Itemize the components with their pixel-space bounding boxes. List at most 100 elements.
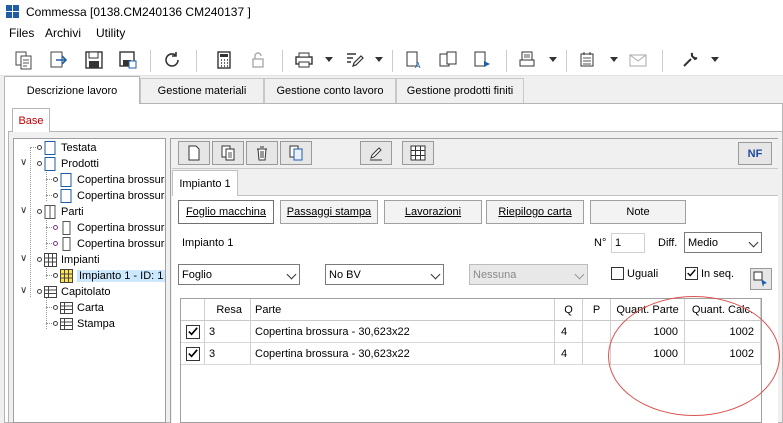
print-icon[interactable]: [292, 48, 316, 72]
wrench-icon[interactable]: [678, 48, 702, 72]
calculator-icon[interactable]: [212, 48, 236, 72]
tab-lavorazioni[interactable]: Lavorazioni: [384, 200, 482, 224]
tab-foglio-macchina[interactable]: Foglio macchina: [178, 200, 274, 224]
menu-archivi[interactable]: Archivi: [45, 26, 81, 40]
diff-select[interactable]: Medio: [684, 232, 762, 253]
n-label: N°: [594, 237, 607, 249]
print-preview-icon[interactable]: [516, 48, 540, 72]
tab-passaggi-stampa[interactable]: Passaggi stampa: [280, 200, 378, 224]
report-b-icon[interactable]: [436, 48, 460, 72]
wrench-dropdown-icon[interactable]: [711, 57, 719, 62]
table-row-2-quant-calc[interactable]: 1002: [685, 343, 761, 365]
table-row-1-parte[interactable]: Copertina brossura - 30,623x22: [251, 321, 555, 343]
tree-node-impianto-1[interactable]: Impianto 1 - ID: 1: [60, 268, 165, 284]
list-settings-dropdown-icon[interactable]: [610, 57, 618, 62]
tree-node-prodotto-1[interactable]: Copertina brossura: [60, 172, 165, 188]
tab-impianto-1[interactable]: Impianto 1: [172, 170, 238, 196]
new-doc-button[interactable]: [178, 141, 210, 165]
tab-gestione-conto-lavoro[interactable]: Gestione conto lavoro: [264, 78, 396, 103]
list-settings-icon[interactable]: [576, 48, 600, 72]
tab-riepilogo-carta[interactable]: Riepilogo carta: [486, 200, 584, 224]
table-row-2-p[interactable]: [583, 343, 611, 365]
table-row-2-quant-parte[interactable]: 1000: [611, 343, 685, 365]
print-preview-dropdown-icon[interactable]: [549, 57, 557, 62]
edit-dropdown-icon[interactable]: [375, 57, 383, 62]
collapse-capitolato-icon[interactable]: ∨: [20, 285, 27, 296]
columns-icon: [44, 205, 56, 219]
tree-node-parte-2[interactable]: Copertina brossura: [60, 236, 165, 252]
in-seq-checkbox[interactable]: [685, 267, 698, 280]
table-row-1-q[interactable]: 4: [555, 321, 583, 343]
menu-files[interactable]: Files: [9, 26, 34, 40]
table-row-2-q[interactable]: 4: [555, 343, 583, 365]
chevron-down-icon: [574, 269, 585, 280]
tree-node-testata[interactable]: Testata: [44, 140, 96, 156]
table-row-1-quant-calc[interactable]: 1002: [685, 321, 761, 343]
n-field[interactable]: 1: [611, 233, 645, 253]
table-icon: [44, 286, 57, 298]
tree-node-prodotto-2[interactable]: Copertina brossura: [60, 188, 165, 204]
grid-button[interactable]: [402, 141, 434, 165]
column-icon: [62, 237, 71, 251]
print-dropdown-icon[interactable]: [325, 57, 333, 62]
delete-button[interactable]: [246, 141, 278, 165]
bv-select-value: No BV: [329, 268, 361, 281]
tab-descrizione-lavoro[interactable]: Descrizione lavoro: [4, 76, 140, 104]
nf-button[interactable]: NF: [738, 142, 772, 165]
menu-utility[interactable]: Utility: [96, 26, 125, 40]
grid-header-quant-parte[interactable]: Quant. Parte: [611, 299, 685, 321]
paste-doc-icon: [289, 145, 303, 161]
chevron-down-icon: [286, 269, 297, 280]
grid-header-p[interactable]: P: [583, 299, 611, 321]
paste-doc-button[interactable]: [280, 141, 312, 165]
table-row-1-quant-parte[interactable]: 1000: [611, 321, 685, 343]
tree-node-prodotti[interactable]: Prodotti: [44, 156, 99, 172]
tree-node-capitolato[interactable]: Capitolato: [44, 284, 111, 300]
main-tabs: Descrizione lavoro Gestione materiali Ge…: [0, 76, 783, 104]
grid-header-parte[interactable]: Parte: [251, 299, 555, 321]
tab-base[interactable]: Base: [12, 108, 50, 132]
tree-node-parte-1[interactable]: Copertina brossura: [60, 220, 165, 236]
main-toolbar: A: [0, 44, 783, 76]
table-row-2-resa[interactable]: 3: [205, 343, 251, 365]
collapse-parti-icon[interactable]: ∨: [20, 205, 27, 216]
grid-header-q[interactable]: Q: [555, 299, 583, 321]
grid-header-quant-calc[interactable]: Quant. Calc.: [685, 299, 761, 321]
tree-node-impianti[interactable]: Impianti: [44, 252, 100, 268]
tree-node-parti[interactable]: Parti: [44, 204, 84, 220]
save-as-icon[interactable]: [116, 48, 140, 72]
copy-doc-icon[interactable]: [12, 48, 36, 72]
save-icon[interactable]: [82, 48, 106, 72]
table-row-1-check[interactable]: [181, 321, 205, 343]
tab-note[interactable]: Note: [590, 200, 686, 224]
uguali-label: Uguali: [627, 268, 659, 280]
tree-node-stampa[interactable]: Stampa: [60, 316, 115, 332]
tab-gestione-materiali[interactable]: Gestione materiali: [140, 78, 264, 103]
foglio-select[interactable]: Foglio: [178, 264, 300, 285]
export-doc-icon[interactable]: [46, 48, 70, 72]
bv-select[interactable]: No BV: [325, 264, 444, 285]
tree-node-carta[interactable]: Carta: [60, 300, 104, 316]
email-icon[interactable]: [626, 48, 650, 72]
refresh-icon[interactable]: [160, 48, 184, 72]
lock-icon[interactable]: [246, 48, 270, 72]
collapse-impianti-icon[interactable]: ∨: [20, 253, 27, 264]
tab-gestione-prodotti-finiti[interactable]: Gestione prodotti finiti: [396, 78, 524, 103]
edit-icon[interactable]: [342, 48, 366, 72]
impianto-name-field[interactable]: Impianto 1: [178, 233, 588, 253]
table-row-2-parte[interactable]: Copertina brossura - 30,623x22: [251, 343, 555, 365]
copy-doc-button[interactable]: [212, 141, 244, 165]
grid-header-resa[interactable]: Resa: [205, 299, 251, 321]
report-a-icon[interactable]: A: [402, 48, 426, 72]
pick-button[interactable]: [750, 268, 772, 290]
report-c-icon[interactable]: [470, 48, 494, 72]
uguali-checkbox[interactable]: [611, 267, 624, 280]
document-icon: [44, 157, 56, 171]
row-checkbox[interactable]: [186, 346, 200, 361]
collapse-prodotti-icon[interactable]: ∨: [20, 157, 27, 168]
table-row-2-check[interactable]: [181, 343, 205, 365]
edit-button[interactable]: [360, 141, 392, 165]
row-checkbox[interactable]: [186, 324, 200, 339]
table-row-1-resa[interactable]: 3: [205, 321, 251, 343]
table-row-1-p[interactable]: [583, 321, 611, 343]
